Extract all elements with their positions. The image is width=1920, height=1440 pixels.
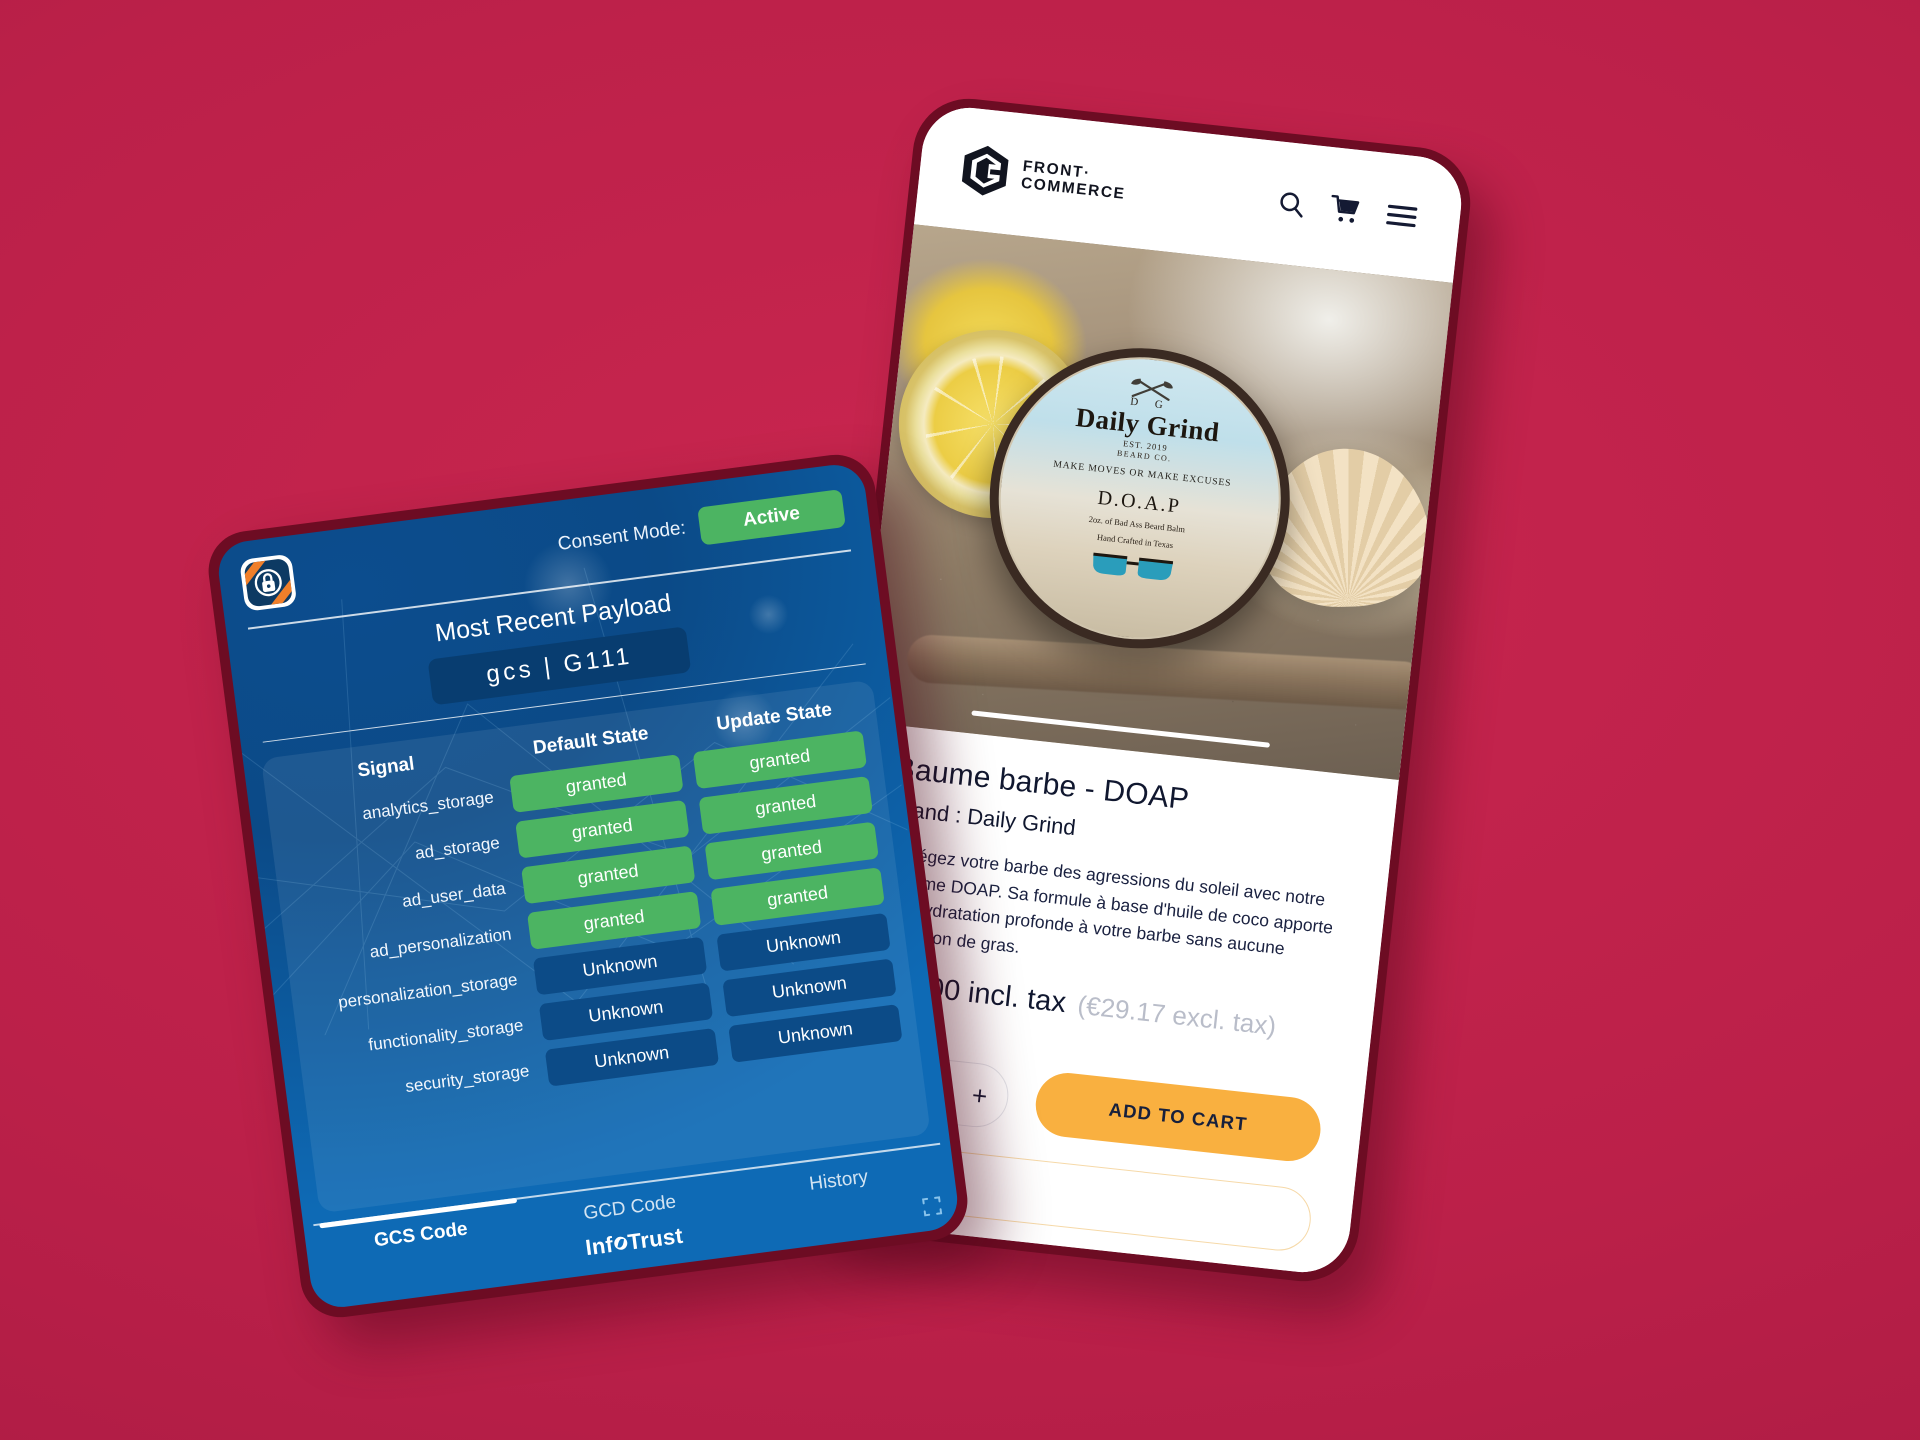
signal-name: functionality_storage [367,1015,525,1055]
signal-name: ad_personalization [368,924,513,962]
front-commerce-cube-logo-icon [961,145,1009,196]
cart-icon[interactable] [1329,193,1364,226]
front-commerce-logo[interactable]: FRONT· COMMERCE [958,142,1130,212]
price-excl-tax: (€29.17 excl. tax) [1076,990,1278,1042]
consent-inspector-device-mockup: Consent Mode: Active Most Recent Payload… [203,450,973,1322]
quantity-increase-button[interactable]: + [970,1080,988,1111]
signal-name: ad_storage [413,832,501,863]
header-actions [1275,187,1419,232]
search-icon[interactable] [1275,187,1308,220]
resize-handle-icon[interactable] [921,1195,943,1217]
consent-inspector-screen: Consent Mode: Active Most Recent Payload… [215,461,961,1311]
status-badge: Active [697,489,846,546]
signals-grid: Signal Default State Update State analytics… [279,696,903,1116]
signal-name: ad_user_data [401,878,507,911]
infotrust-dot-icon [613,1236,628,1251]
consent-mode-label: Consent Mode: [556,517,688,555]
tin-tagline: MAKE MOVES OR MAKE EXCUSES [1052,458,1232,490]
signal-name: security_storage [404,1060,531,1096]
signal-name: personalization_storage [337,969,519,1012]
column-header: Signal [356,753,416,782]
signals-table: Signal Default State Update State analytics… [260,679,931,1214]
consent-mode-status: Consent Mode: Active [555,489,846,564]
page-background: FRONT· COMMERCE D G Daily Grind EST. 201… [0,0,1920,1440]
tin-size-line2: Hand Crafted in Texas [1096,531,1174,550]
sunglasses-icon [1093,552,1174,580]
infotrust-suffix: Trust [626,1222,685,1255]
tin-product-code: D.O.A.P [1096,486,1182,518]
infotrust-prefix: Inf [583,1231,615,1261]
infotrust-lock-app-icon[interactable] [239,553,298,612]
infotrust-logo: Inf Trust [584,1223,685,1261]
product-hero-image: D G Daily Grind EST. 2019 BEARD CO. MAKE… [859,224,1453,780]
hamburger-menu-icon[interactable] [1385,202,1419,229]
signal-name: analytics_storage [361,787,495,824]
